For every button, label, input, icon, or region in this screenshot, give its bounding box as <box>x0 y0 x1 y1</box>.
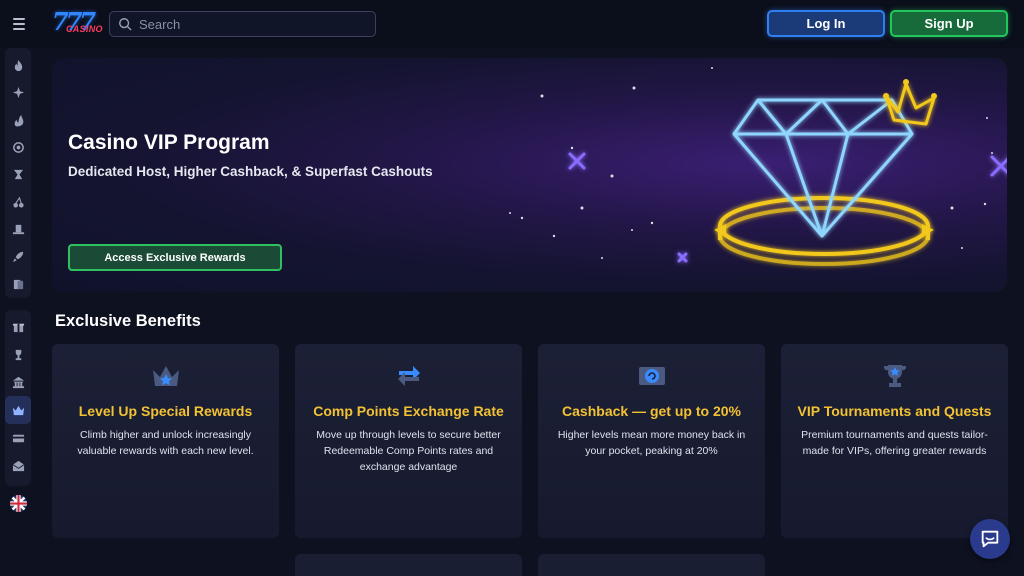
benefit-card <box>295 554 522 576</box>
sidebar-item-table[interactable] <box>5 216 31 243</box>
sidebar-item-target[interactable] <box>5 134 31 161</box>
cashback-coin-icon <box>638 367 665 385</box>
sidebar-item-hot[interactable] <box>5 52 31 79</box>
cards-icon <box>13 279 23 289</box>
sidebar-item-tournaments[interactable] <box>5 340 31 368</box>
rocket-icon <box>12 252 23 263</box>
sidebar-games <box>5 48 31 298</box>
sidebar-item-cards[interactable] <box>5 271 31 298</box>
gift-icon <box>12 323 24 332</box>
menu-icon[interactable] <box>8 14 30 34</box>
crown-icon <box>152 366 179 386</box>
benefit-description: Move up through levels to secure better … <box>316 429 501 473</box>
trophy-cup-icon <box>883 365 906 387</box>
benefit-title: Comp Points Exchange Rate <box>313 403 504 419</box>
chat-button[interactable] <box>970 519 1010 559</box>
hero-title: Casino VIP Program <box>68 131 270 154</box>
search-input[interactable] <box>139 16 359 32</box>
benefit-card: Cashback — get up to 20% Higher levels m… <box>538 344 765 538</box>
sidebar-item-slots[interactable] <box>5 161 31 188</box>
sparkle-icon <box>12 87 24 99</box>
login-button[interactable]: Log In <box>767 10 885 37</box>
target-icon <box>12 142 24 154</box>
benefit-card: Level Up Special Rewards Climb higher an… <box>52 344 279 538</box>
top-bar: 777 CASINO Log In Sign Up <box>0 0 1024 48</box>
language-flag-icon[interactable] <box>10 495 27 512</box>
fire-icon <box>14 114 23 127</box>
access-rewards-button[interactable]: Access Exclusive Rewards <box>68 244 282 271</box>
sidebar-item-new[interactable] <box>5 79 31 106</box>
sidebar-item-promotions[interactable] <box>5 312 31 340</box>
search-icon <box>119 18 132 31</box>
signup-button[interactable]: Sign Up <box>890 10 1008 37</box>
benefit-title: Cashback — get up to 20% <box>562 403 741 419</box>
trophy-icon <box>15 349 21 360</box>
sidebar-promos <box>5 310 31 486</box>
hero-subtitle: Dedicated Host, Higher Cashback, & Super… <box>68 164 433 179</box>
sidebar-item-crash[interactable] <box>5 243 31 270</box>
card-icon <box>12 434 24 442</box>
exchange-arrows-icon <box>397 366 420 386</box>
search-box[interactable] <box>109 11 376 37</box>
chat-icon <box>981 530 999 548</box>
benefit-card <box>538 554 765 576</box>
mail-icon <box>12 460 24 471</box>
hat-icon <box>12 224 24 235</box>
benefit-description: Climb higher and unlock increasingly val… <box>77 429 254 457</box>
sidebar-item-banking[interactable] <box>5 368 31 396</box>
benefit-title: VIP Tournaments and Quests <box>797 403 992 419</box>
vip-crown-icon <box>12 405 24 415</box>
cherries-icon <box>12 196 24 208</box>
sidebar-item-popular[interactable] <box>5 107 31 134</box>
sidebar-item-payments[interactable] <box>5 424 31 452</box>
diamond-illustration <box>509 67 1007 266</box>
sidebar-item-vip[interactable] <box>5 396 31 424</box>
benefit-card: VIP Tournaments and Quests Premium tourn… <box>781 344 1008 538</box>
benefit-description: Premium tournaments and quests tailor-ma… <box>801 429 988 457</box>
logo[interactable]: 777 CASINO <box>52 7 103 39</box>
benefit-description: Higher levels mean more money back in yo… <box>557 429 746 457</box>
flame-icon <box>14 60 22 72</box>
bank-icon <box>12 376 24 388</box>
sidebar-item-contact[interactable] <box>5 452 31 480</box>
benefit-title: Level Up Special Rewards <box>78 403 253 419</box>
sidebar-item-classic[interactable] <box>5 189 31 216</box>
vip-hero-banner: Casino VIP Program Dedicated Host, Highe… <box>52 58 1007 292</box>
section-title-benefits: Exclusive Benefits <box>55 312 201 330</box>
benefit-card: Comp Points Exchange Rate Move up throug… <box>295 344 522 538</box>
slot-icon <box>13 170 23 180</box>
